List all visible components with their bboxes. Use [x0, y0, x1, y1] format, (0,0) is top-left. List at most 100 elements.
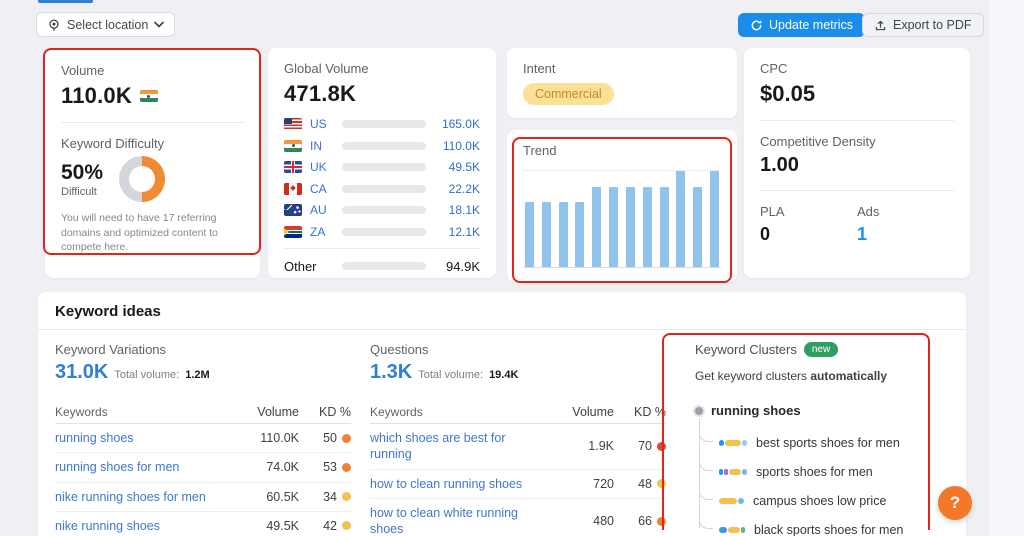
cluster-root-node[interactable]: running shoes [695, 403, 945, 418]
column-header: Volume [572, 404, 614, 419]
help-button[interactable]: ? [938, 486, 972, 520]
global-volume-row: AU 18.1K [284, 203, 480, 217]
global-volume-row: UK 49.5K [284, 160, 480, 174]
right-gutter [990, 0, 1024, 536]
questions-total-label: Total volume: [418, 369, 484, 381]
global-volume-card: Global Volume 471.8K US 165.0K IN 110.0K UK 4… [268, 48, 496, 278]
cluster-pill-icon [719, 497, 744, 504]
clusters-tree: running shoes best sports shoes for men s… [695, 403, 945, 536]
country-code-link[interactable]: CA [310, 182, 336, 196]
cluster-pill-segment [728, 526, 740, 533]
cluster-pill-segment [719, 497, 737, 504]
cluster-pill-segment [738, 497, 744, 504]
cluster-item-label: sports shoes for men [756, 464, 873, 479]
kd-value: 53 [307, 460, 351, 474]
trend-bar [541, 202, 551, 267]
country-code-link[interactable]: UK [310, 160, 336, 174]
country-volume-value: 165.0K [441, 117, 480, 131]
column-header: KD % [319, 404, 351, 419]
cluster-item[interactable]: campus shoes low price [698, 482, 945, 515]
ca-flag-icon [284, 182, 302, 195]
location-selector[interactable]: Select location [36, 12, 176, 37]
trend-bar [525, 202, 534, 267]
location-selector-label: Select location [67, 17, 149, 32]
keyword-variations-section: Keyword Variations 31.0K Total volume: 1… [55, 342, 351, 536]
export-pdf-button[interactable]: Export to PDF [862, 13, 984, 37]
tree-connector [698, 511, 713, 529]
country-code-link[interactable]: US [310, 117, 336, 131]
intent-title: Intent [523, 61, 556, 76]
trend-bar [625, 186, 635, 267]
country-volume-value: 18.1K [448, 203, 480, 217]
volume-value: 60.5K [266, 489, 299, 504]
cluster-item[interactable]: best sports shoes for men [698, 424, 945, 457]
questions-section: Questions 1.3K Total volume: 19.4K Keywo… [370, 342, 666, 536]
kd-number: 53 [323, 460, 337, 475]
au-flag-icon [284, 204, 302, 216]
table-header-row: Keywords Volume KD % [370, 400, 666, 424]
trend-bar [609, 186, 619, 267]
keyword-variations-total-value: 1.2M [185, 369, 210, 381]
kd-dot [657, 441, 666, 451]
volume-value: 720 [593, 476, 614, 491]
keyword-link[interactable]: nike running shoes for men [55, 489, 235, 505]
kd-number: 34 [323, 489, 337, 504]
trend-bar [659, 186, 669, 267]
trend-bar [592, 186, 602, 267]
keyword-difficulty-donut [119, 156, 166, 202]
other-volume-bar [342, 262, 426, 270]
cluster-item[interactable]: sports shoes for men [698, 453, 945, 486]
country-code-link[interactable]: AU [310, 203, 336, 217]
country-volume-bar [342, 227, 426, 236]
keyword-difficulty-label: Difficult [61, 185, 97, 198]
volume-value: 1.9K [588, 439, 614, 454]
country-volume-value: 49.5K [448, 160, 480, 174]
cluster-item[interactable]: black sports shoes for men [698, 511, 945, 536]
keyword-variations-title: Keyword Variations [55, 342, 167, 357]
keyword-link[interactable]: how to clean white running shoes [370, 505, 550, 536]
keyword-clusters-section: Keyword Clusters new Get keyword cluster… [695, 342, 945, 536]
ads-label: Ads [857, 204, 880, 219]
cpc-value: $0.05 [760, 81, 816, 106]
column-header: Keywords [55, 404, 108, 419]
country-code-link[interactable]: IN [310, 139, 336, 153]
country-volume-bar [342, 120, 426, 128]
trend-title: Trend [523, 143, 557, 158]
keyword-link[interactable]: running shoes [55, 430, 235, 446]
kd-dot [342, 492, 351, 502]
new-badge: new [803, 342, 839, 357]
intent-badge: Commercial [523, 83, 614, 105]
active-tab-indicator [38, 0, 93, 3]
cluster-pill-icon [719, 439, 747, 446]
global-volume-row: CA 22.2K [284, 182, 480, 196]
india-flag-icon [139, 90, 158, 102]
global-volume-value: 471.8K [284, 81, 357, 106]
table-row: running shoes 110.0K 50 [55, 424, 351, 454]
kd-value: 42 [307, 519, 351, 533]
country-volume-bar [342, 141, 426, 150]
volume-card: Volume 110.0K Keyword Difficulty 50% Dif… [45, 50, 260, 278]
country-volume-value: 110.0K [442, 138, 480, 153]
cluster-pill-segment [719, 439, 724, 446]
keyword-link[interactable]: running shoes for men [55, 459, 235, 475]
global-volume-row: IN 110.0K [284, 139, 480, 153]
kd-dot [342, 462, 351, 472]
keyword-link[interactable]: how to clean running shoes [370, 476, 550, 492]
keyword-link[interactable]: which shoes are best for running [370, 430, 550, 463]
refresh-icon [750, 19, 763, 32]
cluster-pill-segment [729, 468, 741, 475]
kd-value: 66 [622, 514, 666, 528]
global-volume-row: ZA 12.1K [284, 225, 480, 239]
global-volume-row: US 165.0K [284, 117, 480, 131]
update-metrics-button[interactable]: Update metrics [738, 13, 866, 37]
cluster-pill-icon [719, 468, 747, 475]
trend-card: Trend [507, 130, 737, 282]
keyword-link[interactable]: nike running shoes [55, 518, 235, 534]
trend-bar-chart [523, 170, 721, 268]
uk-flag-icon [284, 161, 302, 173]
keyword-variations-total-label: Total volume: [114, 369, 180, 381]
kd-value: 50 [307, 431, 351, 445]
country-volume-value: 22.2K [448, 181, 480, 196]
country-code-link[interactable]: ZA [310, 225, 336, 239]
table-row: how to clean white running shoes 480 66 [370, 499, 666, 536]
